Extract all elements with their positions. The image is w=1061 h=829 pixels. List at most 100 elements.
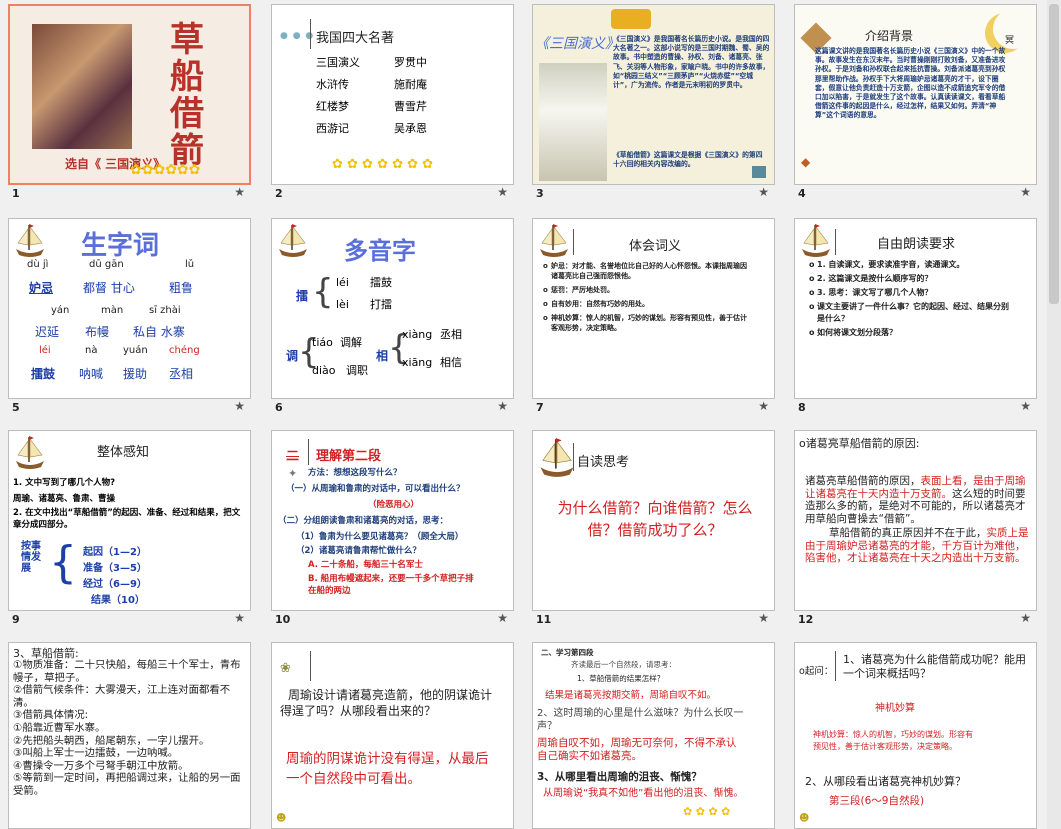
slide-3[interactable]: 《三国演义》 《三国演义》是我国著名长篇历史小说。是我国的四大名著之一。这部小说… (532, 4, 775, 185)
slide-9[interactable]: 整体感知 1. 文中写到了哪几个人物? 周瑜、诸葛亮、鲁肃、曹操 2. 在文中找… (8, 430, 251, 611)
slide-title: 我国四大名著 (316, 31, 395, 46)
slide-thumb-15[interactable]: 二、学习第四段 齐读最后一个自然段，请思考： 1、草船借箭的结果怎样？ 结果是诸… (532, 642, 775, 829)
slide-thumb-6[interactable]: 多音字 擂 { léi 擂鼓 lèi 打擂 调 { tiáo 调解 diào 调… (271, 218, 514, 417)
list-item: o 神机妙算：惊人的机智，巧妙的谋划。形容有预见性，善于估计客观形势，决定策略。 (543, 314, 747, 332)
slide-11[interactable]: 自读思考 为什么借箭？向谁借箭？怎么借？借箭成功了么？ (532, 430, 775, 611)
slide-4[interactable]: 介绍背景 冥 这篇课文讲的是我国著名长篇历史小说《三国演义》中的一个故事。故事发… (794, 4, 1037, 185)
scrollbar-thumb[interactable] (1049, 4, 1059, 304)
slide-thumb-2[interactable]: ● ● ● 我国四大名著 三国演义 罗贯中 水浒传 施耐庵 红楼梦 曹雪芹 西游… (271, 4, 514, 203)
animation-star-icon[interactable]: ★ (758, 185, 769, 199)
slide-thumb-3[interactable]: 《三国演义》 《三国演义》是我国著名长篇历史小说。是我国的四大名著之一。这部小说… (532, 4, 775, 203)
slide-thumb-9[interactable]: 整体感知 1. 文中写到了哪几个人物? 周瑜、诸葛亮、鲁肃、曹操 2. 在文中找… (8, 430, 251, 629)
side-label: 按事情发展 (21, 541, 41, 574)
vocab-word: 粗鲁 (169, 281, 194, 295)
steps-list: ①物质准备：二十只快船，每船三十个军士，青布幔子，草把子。 ②借箭气候条件：大雾… (13, 659, 249, 798)
slide-number: 2 (275, 187, 283, 200)
pinyin: yuán (123, 345, 148, 356)
question-text: 1、诸葛亮为什么能借箭成功呢？能用一个词来概括吗？ (843, 653, 1026, 680)
slide-6[interactable]: 多音字 擂 { léi 擂鼓 lèi 打擂 调 { tiáo 调解 diào 调… (271, 218, 514, 399)
animation-star-icon[interactable]: ★ (1020, 399, 1031, 413)
book-author: 罗贯中 (394, 56, 427, 69)
slide-5[interactable]: 生字词 dù jì 妒忌 dū gān 都督 甘心 lǔ 粗鲁 yán 迟延 m… (8, 218, 251, 399)
slide-thumb-12[interactable]: o诸葛亮草船借箭的原因: 诸葛亮草船借箭的原因，表面上看，是由于周瑜让诸葛亮在十… (794, 430, 1037, 629)
animation-star-icon[interactable]: ★ (497, 611, 508, 625)
animation-star-icon[interactable]: ★ (234, 611, 245, 625)
pinyin: diào (312, 364, 336, 377)
smiley-icon: ☻ (799, 813, 810, 824)
book-name: 水浒传 (316, 78, 349, 91)
word: 调解 (340, 336, 362, 349)
word-meaning-list: o 妒忌：对才能、名誉地位比自己好的人心怀怨恨。本课指周瑜因诸葛亮比自己强而怨恨他… (543, 261, 753, 337)
animation-star-icon[interactable]: ★ (758, 611, 769, 625)
slide-thumb-5[interactable]: 生字词 dù jì 妒忌 dū gān 都督 甘心 lǔ 粗鲁 yán 迟延 m… (8, 218, 251, 417)
slide-thumb-14[interactable]: ❀ 周瑜设计请诸葛亮造箭，他的阴谋诡计得逞了吗？从哪段看出来的？ 周瑜的阴谋诡计… (271, 642, 514, 829)
slide-title: 生字词 (81, 231, 160, 261)
slide-10[interactable]: 二 理解第二段 ✦ 方法：想想这段写什么？ （一）从周瑜和鲁肃的对话中，可以看出… (271, 430, 514, 611)
intro-paragraph: 《三国演义》是我国著名长篇历史小说。是我国的四大名著之一。这部小说写的是三国时期… (613, 35, 770, 90)
pinyin: dū gān (89, 259, 124, 270)
book-author: 吴承恩 (394, 122, 427, 135)
slide-15[interactable]: 二、学习第四段 齐读最后一个自然段，请思考： 1、草船借箭的结果怎样？ 结果是诸… (532, 642, 775, 829)
ship-icon (276, 221, 310, 261)
definition: 神机妙算：惊人的机智，巧妙的谋划。形容有预见性，善于估计客观形势，决定策略。 (813, 730, 973, 751)
list-item: o 课文主要讲了一件什么事？它的起因、经过、结果分别是什么？ (809, 302, 1009, 323)
pinyin: xiàng (402, 328, 433, 341)
slide-2[interactable]: ● ● ● 我国四大名著 三国演义 罗贯中 水浒传 施耐庵 红楼梦 曹雪芹 西游… (271, 4, 514, 185)
pinyin: chéng (169, 345, 200, 356)
title-divider (573, 229, 574, 255)
part: 结果（10） (91, 595, 145, 606)
tag-icon (611, 9, 651, 29)
question-text: 2、从哪段看出诸葛亮神机妙算？ (805, 775, 966, 788)
animation-star-icon[interactable]: ★ (497, 399, 508, 413)
moon-label: 冥 (1005, 36, 1015, 46)
question-line: （一）从周瑜和鲁肃的对话中，可以看出什么？ (286, 484, 465, 494)
flowers-decoration: ✿✿✿✿✿✿ (130, 162, 201, 178)
book-author: 曹雪芹 (394, 100, 427, 113)
animation-star-icon[interactable]: ★ (234, 185, 245, 199)
question-line: 1、草船借箭的结果怎样？ (577, 674, 665, 683)
slide-thumb-13[interactable]: 3、草船借箭: ①物质准备：二十只快船，每船三十个军士，青布幔子，草把子。 ②借… (8, 642, 251, 829)
answer-line: 周瑜自叹不如，周瑜无可奈何，不得不承认自己确实不如诸葛亮。 (537, 737, 737, 762)
slide-title: 整体感知 (97, 445, 150, 460)
slide-thumb-11[interactable]: 自读思考 为什么借箭？向谁借箭？怎么借？借箭成功了么？ 11 ★ (532, 430, 775, 629)
slide-number: 8 (798, 401, 806, 414)
slide-13[interactable]: 3、草船借箭: ①物质准备：二十只快船，每船三十个军士，青布幔子，草把子。 ②借… (8, 642, 251, 829)
polyphone-char: 调 (286, 349, 299, 363)
slide-thumb-16[interactable]: o起问： 1、诸葛亮为什么能借箭成功呢？能用一个词来概括吗？ 神机妙算 神机妙算… (794, 642, 1037, 829)
slide-thumb-1[interactable]: 草船借箭 选自《 三国演义》 ✿✿✿✿✿✿ 1 ★ (8, 4, 251, 203)
list-item: ③借箭具体情况: (13, 709, 89, 722)
vocab-word: 妒忌 (29, 281, 54, 295)
slide-title: 自由朗读要求 (877, 237, 956, 252)
slide-thumb-7[interactable]: 体会词义 o 妒忌：对才能、名誉地位比自己好的人心怀怨恨。本课指周瑜因诸葛亮比自己… (532, 218, 775, 417)
list-item: ①物质准备：二十只快船，每船三十个军士，青布幔子，草把子。 (13, 659, 241, 684)
slide-title: 草船借箭 (170, 20, 204, 171)
vertical-scrollbar[interactable] (1047, 0, 1061, 829)
animation-star-icon[interactable]: ★ (497, 185, 508, 199)
answer-line: 结果是诸葛亮按期交箭，周瑜自叹不如。 (545, 690, 717, 701)
slide-8[interactable]: 自由朗读要求 o 1. 自读课文，要求读准字音，读通课文。 o 2. 这篇课文是按什… (794, 218, 1037, 399)
slide-16[interactable]: o起问： 1、诸葛亮为什么能借箭成功呢？能用一个词来概括吗？ 神机妙算 神机妙算… (794, 642, 1037, 829)
slide-7[interactable]: 体会词义 o 妒忌：对才能、名誉地位比自己好的人心怀怨恨。本课指周瑜因诸葛亮比自己… (532, 218, 775, 399)
list-item: o 妒忌：对才能、名誉地位比自己好的人心怀怨恨。本课指周瑜因诸葛亮比自己强而怨恨他… (543, 262, 747, 280)
slide-thumb-10[interactable]: 二 理解第二段 ✦ 方法：想想这段写什么？ （一）从周瑜和鲁肃的对话中，可以看出… (271, 430, 514, 629)
animation-star-icon[interactable]: ★ (1020, 611, 1031, 625)
slide-number: 12 (798, 613, 814, 626)
slide-thumb-4[interactable]: 介绍背景 冥 这篇课文讲的是我国著名长篇历史小说《三国演义》中的一个故事。故事发… (794, 4, 1037, 203)
slide-thumb-8[interactable]: 自由朗读要求 o 1. 自读课文，要求读准字音，读通课文。 o 2. 这篇课文是按什… (794, 218, 1037, 417)
slide-14[interactable]: ❀ 周瑜设计请诸葛亮造箭，他的阴谋诡计得逞了吗？从哪段看出来的？ 周瑜的阴谋诡计… (271, 642, 514, 829)
animation-star-icon[interactable]: ★ (234, 399, 245, 413)
animation-star-icon[interactable]: ★ (758, 399, 769, 413)
heading-line: o诸葛亮草船借箭的原因: (799, 437, 920, 450)
list-item: o 惩罚：严厉地处罚。 (543, 286, 614, 294)
animation-star-icon[interactable]: ★ (1020, 185, 1031, 199)
slide-1[interactable]: 草船借箭 选自《 三国演义》 ✿✿✿✿✿✿ (8, 4, 251, 185)
flowers-decoration: ✿ ✿ ✿ ✿ (683, 805, 731, 818)
part: 准备（3—5） (83, 563, 147, 574)
slide-number: 7 (536, 401, 544, 414)
nav-icon[interactable] (752, 166, 766, 178)
flowers-decoration: ✿ ✿ ✿ ✿ ✿ ✿ ✿ (332, 157, 434, 172)
slide-12[interactable]: o诸葛亮草船借箭的原因: 诸葛亮草船借箭的原因，表面上看，是由于周瑜让诸葛亮在十… (794, 430, 1037, 611)
question-line: （二）分组朗读鲁肃和诸葛亮的对话，思考： (278, 516, 449, 526)
question-line: 3、从哪里看出周瑜的沮丧、惭愧？ (537, 771, 702, 783)
question: 2. 在文中找出“草船借箭”的起因、准备、经过和结果，把文章分成四部分。 (13, 508, 241, 530)
